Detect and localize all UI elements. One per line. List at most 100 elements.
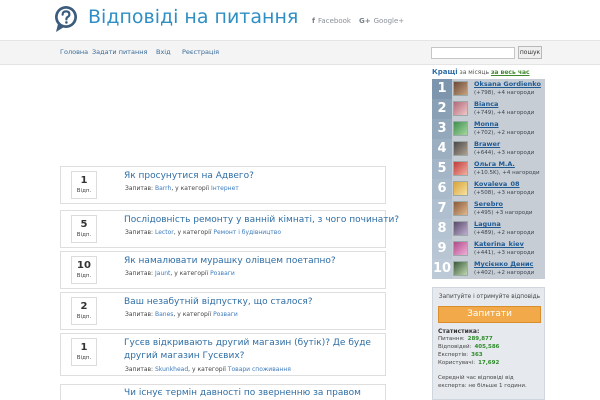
question-item: 5 Відп. Послідовність ремонту у ванній к… <box>60 210 399 248</box>
stat-row: Питання: 289,877 <box>438 336 493 342</box>
facebook-label: Facebook <box>318 17 351 25</box>
nav-item-register[interactable]: Реєстрація <box>182 48 219 56</box>
answer-count-number: 5 <box>80 219 88 230</box>
rank-number: 4 <box>432 139 452 159</box>
question-title[interactable]: Послідовність ремонту у ванній кімнаті, … <box>124 215 399 225</box>
category-link[interactable]: Розваги <box>210 270 235 277</box>
rank-user-link[interactable]: Bianca <box>474 100 498 108</box>
main-nav: Головна Задати питання Вхід Реєстрація п… <box>0 40 600 65</box>
header: Відповіді на питання f Facebook G+ Google+ <box>0 0 600 40</box>
category-label: , у категорії <box>173 311 212 318</box>
author-link[interactable]: Barrh <box>155 185 171 192</box>
question-title[interactable]: Як просунутися на Адвего? <box>124 171 382 181</box>
rank-points: (+798), +4 нагороди <box>474 90 535 96</box>
stat-label: Відповідей: <box>438 344 472 350</box>
question-title[interactable]: Гусєв відкривають другий магазин (бутік)… <box>124 337 382 363</box>
author-link[interactable]: Skunkhead <box>155 366 188 373</box>
question-title[interactable]: Ваш незабутній відпустку, що сталося? <box>124 297 382 307</box>
rank-row: 2 Bianca (+749), +4 нагороди <box>432 99 545 119</box>
nav-item-home[interactable]: Головна <box>60 48 88 56</box>
answer-count-number: 1 <box>80 342 88 353</box>
answer-count: 5 Відп. <box>71 215 97 243</box>
stat-row: Користувачі: 17,692 <box>438 360 499 366</box>
site-title[interactable]: Відповіді на питання <box>88 6 298 28</box>
response-time-note: Середній час відповіді від експерта: не … <box>438 375 527 389</box>
avatar[interactable] <box>453 221 468 236</box>
search-button[interactable]: пошук <box>518 46 542 59</box>
rank-row: 8 Laguna (+489), +2 нагороди <box>432 219 545 239</box>
top-users-list: 1 Oksana Gordienko (+798), +4 нагороди 2… <box>432 79 545 279</box>
facebook-link[interactable]: f Facebook <box>312 17 351 25</box>
stats-title: Статистика: <box>438 328 480 335</box>
category-label: , у категорії <box>170 270 209 277</box>
rank-user-link[interactable]: Laguna <box>474 220 501 228</box>
asked-by-label: Запитав: <box>125 311 154 318</box>
avatar[interactable] <box>453 261 468 276</box>
author-link[interactable]: Banes <box>155 311 173 318</box>
answer-count-label: Відп. <box>76 188 92 194</box>
category-link[interactable]: Ремонт і будівництво <box>213 229 281 236</box>
rank-number: 8 <box>432 219 452 239</box>
top-users-title: Кращі <box>432 68 458 76</box>
ask-panel: Запитуйте і отримуйте відповідь Запитати… <box>432 287 545 400</box>
page: Відповіді на питання f Facebook G+ Google+… <box>0 0 600 400</box>
rank-points: (+702), +2 нагороди <box>474 130 535 136</box>
avatar[interactable] <box>453 81 468 96</box>
category-link[interactable]: Інтернет <box>211 185 239 192</box>
category-link[interactable]: Товари споживання <box>228 366 291 373</box>
rank-user-link[interactable]: Ольга М.А. <box>474 160 515 168</box>
asked-by-label: Запитав: <box>125 185 154 192</box>
rank-user-link[interactable]: Monna <box>474 120 499 128</box>
facebook-icon: f <box>312 17 316 25</box>
nav-item-login[interactable]: Вхід <box>156 48 171 56</box>
avatar[interactable] <box>453 101 468 116</box>
rank-number: 5 <box>432 159 452 179</box>
question-meta: Запитав: Barrh, у категорії Інтернет <box>125 185 239 192</box>
question-bubble-icon[interactable] <box>54 5 78 35</box>
search-input[interactable] <box>431 47 515 59</box>
rank-user-link[interactable]: Serebro <box>474 200 503 208</box>
rank-row: 1 Oksana Gordienko (+798), +4 нагороди <box>432 79 545 99</box>
question-title[interactable]: Чи існує термін давності по зверненню за… <box>124 388 382 398</box>
author-link[interactable]: Lector <box>155 229 174 236</box>
avatar[interactable] <box>453 121 468 136</box>
avatar[interactable] <box>453 161 468 176</box>
avatar[interactable] <box>453 181 468 196</box>
stat-row: Експертів: 363 <box>438 352 483 358</box>
question-title[interactable]: Як намалювати мурашку олівцем поетапно? <box>124 256 382 266</box>
rank-user-link[interactable]: Kovaleva_08 <box>474 180 520 188</box>
rank-user-link[interactable]: Oksana Gordienko <box>474 80 541 88</box>
rank-points: (+508), +3 нагороди <box>474 190 535 196</box>
rank-user-link[interactable]: Brawer <box>474 140 500 148</box>
google-plus-link[interactable]: G+ Google+ <box>359 17 404 25</box>
answer-count: 10 Відп. <box>71 256 97 284</box>
stat-row: Відповідей: 405,586 <box>438 344 500 350</box>
avatar[interactable] <box>453 201 468 216</box>
rank-points: (+495) +3 нагороди <box>474 210 533 216</box>
avatar[interactable] <box>453 241 468 256</box>
rank-number: 1 <box>432 79 452 99</box>
rank-row: 5 Ольга М.А. (+10.5K), +4 нагороди <box>432 159 545 179</box>
rank-row: 4 Brawer (+644), +3 нагороди <box>432 139 545 159</box>
tab-all-time[interactable]: за весь час <box>491 69 530 76</box>
ask-prompt: Запитуйте і отримуйте відповідь <box>438 294 541 300</box>
category-link[interactable]: Розваги <box>213 311 238 318</box>
rank-user-link[interactable]: Katerina_kiev <box>474 240 524 248</box>
answer-count-number: 1 <box>80 175 88 186</box>
author-link[interactable]: Jaunt <box>155 270 170 277</box>
rank-row: 6 Kovaleva_08 (+508), +3 нагороди <box>432 179 545 199</box>
rank-points: (+402), +2 нагороди <box>474 270 535 276</box>
nav-item-ask-question[interactable]: Задати питання <box>92 48 147 56</box>
avatar[interactable] <box>453 141 468 156</box>
rank-points: (+489), +2 нагороди <box>474 230 535 236</box>
rank-row: 9 Katerina_kiev (+441), +3 нагороди <box>432 239 545 259</box>
question-item: 1 Відп. Гусєв відкривають другий магазин… <box>60 333 386 376</box>
stat-value: 289,877 <box>467 336 493 342</box>
category-label: , у категорії <box>188 366 226 373</box>
rank-user-link[interactable]: Мусієнко Денис <box>474 260 533 268</box>
rank-number: 6 <box>432 179 452 199</box>
tab-month[interactable]: за місяць <box>460 69 490 76</box>
ask-question-button[interactable]: Запитати <box>438 306 541 323</box>
answer-count-label: Відп. <box>76 273 92 279</box>
answer-count-number: 2 <box>80 301 88 312</box>
